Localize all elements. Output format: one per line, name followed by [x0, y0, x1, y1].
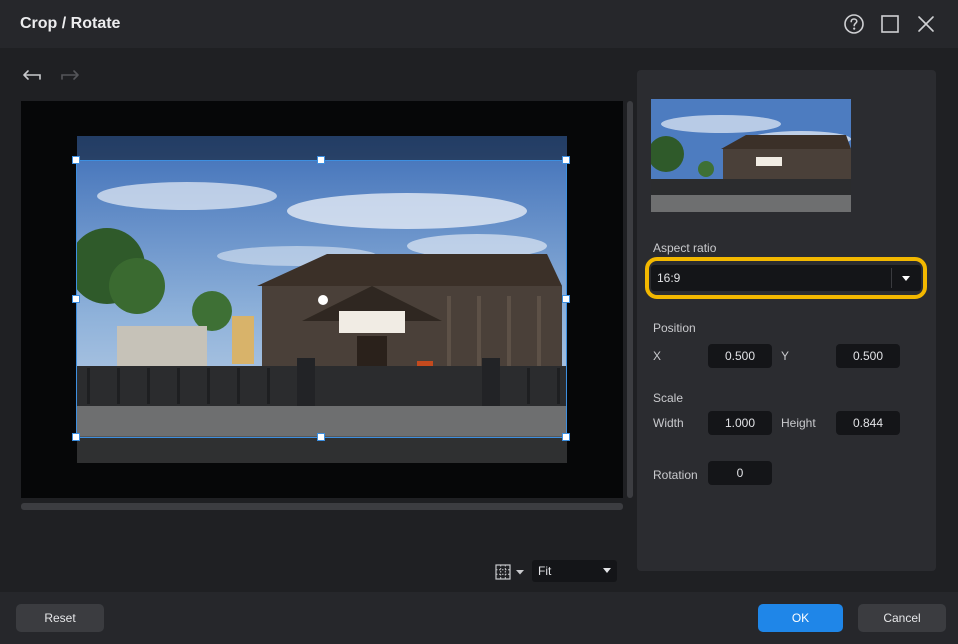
maximize-icon — [881, 15, 899, 33]
reset-button[interactable]: Reset — [16, 604, 104, 632]
chevron-down-icon — [516, 570, 524, 575]
crop-preview-canvas[interactable] — [21, 101, 623, 498]
y-label: Y — [781, 349, 790, 363]
position-x-input[interactable]: 0.500 — [708, 344, 772, 368]
crop-handle-top[interactable] — [317, 156, 325, 164]
grid-toggle-button[interactable] — [495, 563, 527, 581]
crop-center-handle[interactable] — [318, 295, 328, 305]
crop-handle-bottom[interactable] — [317, 433, 325, 441]
dropdown-divider — [891, 268, 892, 288]
grid-icon — [495, 564, 511, 580]
horizontal-scrollbar[interactable] — [21, 503, 623, 510]
crop-handle-left[interactable] — [72, 295, 80, 303]
dialog-title: Crop / Rotate — [20, 15, 121, 32]
close-button[interactable] — [912, 10, 940, 38]
settings-panel: Aspect ratio 16:9 Position X 0.500 Y 0.5… — [637, 70, 936, 571]
zoom-select[interactable]: Fit — [532, 560, 617, 582]
ok-button[interactable]: OK — [758, 604, 843, 632]
thumbnail-image — [651, 99, 851, 212]
help-button[interactable] — [840, 10, 868, 38]
rotation-label: Rotation — [653, 468, 698, 482]
undo-arrow-icon — [23, 70, 41, 80]
aspect-ratio-label: Aspect ratio — [653, 241, 717, 255]
chevron-down-icon[interactable] — [902, 276, 910, 281]
crop-handle-top-right[interactable] — [562, 156, 570, 164]
position-label: Position — [653, 321, 696, 335]
scale-height-input[interactable]: 0.844 — [836, 411, 900, 435]
aspect-ratio-select[interactable]: 16:9 — [651, 265, 921, 291]
chevron-down-icon — [603, 568, 611, 573]
width-label: Width — [653, 416, 684, 430]
title-bar: Crop / Rotate — [0, 0, 958, 48]
vertical-scrollbar[interactable] — [627, 101, 633, 498]
undo-button[interactable] — [22, 66, 44, 86]
crop-handle-bottom-left[interactable] — [72, 433, 80, 441]
x-label: X — [653, 349, 662, 363]
redo-button[interactable] — [58, 66, 80, 86]
redo-arrow-icon — [61, 70, 79, 80]
height-label: Height — [781, 416, 816, 430]
rotation-input[interactable]: 0 — [708, 461, 772, 485]
scale-width-input[interactable]: 1.000 — [708, 411, 772, 435]
cancel-button[interactable]: Cancel — [858, 604, 946, 632]
zoom-value: Fit — [538, 564, 552, 578]
question-circle-icon — [844, 14, 864, 34]
crop-handle-bottom-right[interactable] — [562, 433, 570, 441]
close-icon — [918, 16, 934, 32]
crop-handle-top-left[interactable] — [72, 156, 80, 164]
position-y-input[interactable]: 0.500 — [836, 344, 900, 368]
maximize-button[interactable] — [876, 10, 904, 38]
crop-handle-right[interactable] — [562, 295, 570, 303]
scale-label: Scale — [653, 391, 684, 405]
aspect-ratio-value: 16:9 — [657, 271, 681, 285]
